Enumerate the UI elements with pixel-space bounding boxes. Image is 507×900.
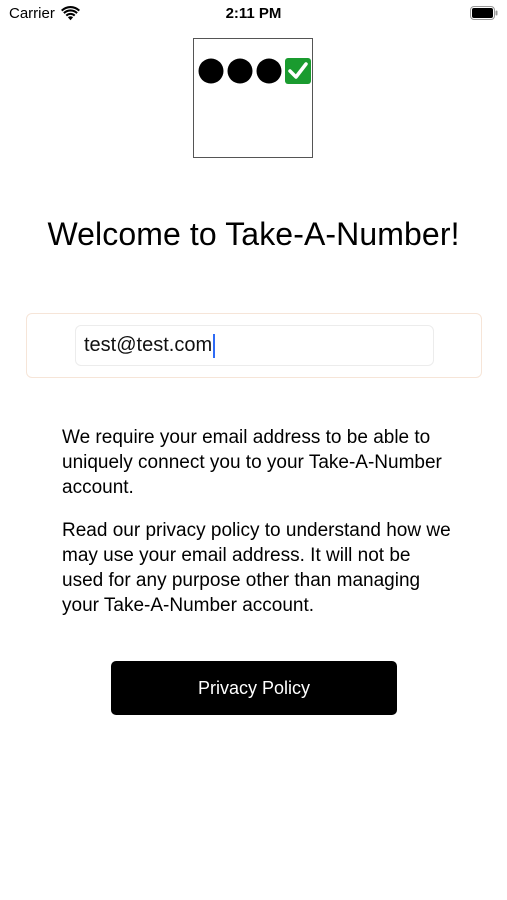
privacy-explanation-text: Read our privacy policy to understand ho… bbox=[62, 520, 451, 616]
text-caret bbox=[213, 333, 216, 358]
email-field[interactable]: test@test.com bbox=[75, 325, 434, 366]
status-bar: Carrier 2:11 PM bbox=[0, 0, 507, 28]
email-value: test@test.com bbox=[84, 334, 213, 356]
email-requirement-text: We require your email address to be able… bbox=[62, 427, 442, 498]
logo-dot-2 bbox=[227, 58, 253, 84]
welcome-title: Welcome to Take-A-Number! bbox=[47, 216, 460, 252]
logo-dot-3 bbox=[256, 58, 282, 84]
welcome-screen: Carrier 2:11 PM Welcome to Take-A-Number… bbox=[0, 0, 507, 900]
take-a-number-logo bbox=[193, 38, 313, 158]
battery-icon bbox=[470, 6, 498, 20]
status-time: 2:11 PM bbox=[225, 5, 282, 22]
privacy-policy-button[interactable]: Privacy Policy bbox=[111, 661, 397, 715]
email-panel: test@test.com bbox=[26, 313, 482, 378]
logo-dot-1 bbox=[198, 58, 224, 84]
